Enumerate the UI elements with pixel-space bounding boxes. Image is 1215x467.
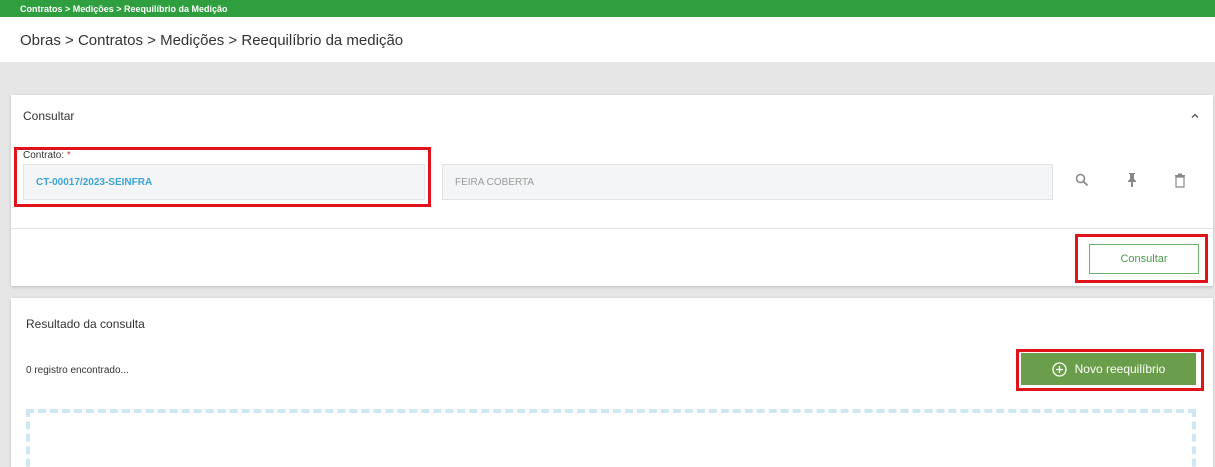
consultar-card-title: Consultar: [23, 109, 75, 123]
trash-icon[interactable]: [1171, 171, 1189, 189]
highlight-novo: [1016, 349, 1204, 391]
top-breadcrumb-bar: Contratos > Medições > Reequilíbrio da M…: [0, 0, 1215, 17]
title-bar: Obras > Contratos > Medições > Reequilíb…: [0, 17, 1215, 62]
top-breadcrumb: Contratos > Medições > Reequilíbrio da M…: [20, 4, 228, 14]
highlight-contrato: [14, 147, 431, 207]
descricao-value: FEIRA COBERTA: [455, 176, 535, 188]
search-icon[interactable]: [1073, 171, 1091, 189]
page-title: Obras > Contratos > Medições > Reequilíb…: [20, 32, 404, 49]
pin-icon[interactable]: [1123, 171, 1141, 189]
resultado-card-title: Resultado da consulta: [26, 317, 145, 331]
record-count: 0 registro encontrado...: [26, 365, 129, 376]
chevron-up-icon[interactable]: [1189, 110, 1201, 122]
highlight-consultar: [1075, 234, 1208, 283]
descricao-field: FEIRA COBERTA: [442, 164, 1053, 200]
card-divider: [11, 228, 1213, 229]
results-area: [26, 409, 1196, 467]
